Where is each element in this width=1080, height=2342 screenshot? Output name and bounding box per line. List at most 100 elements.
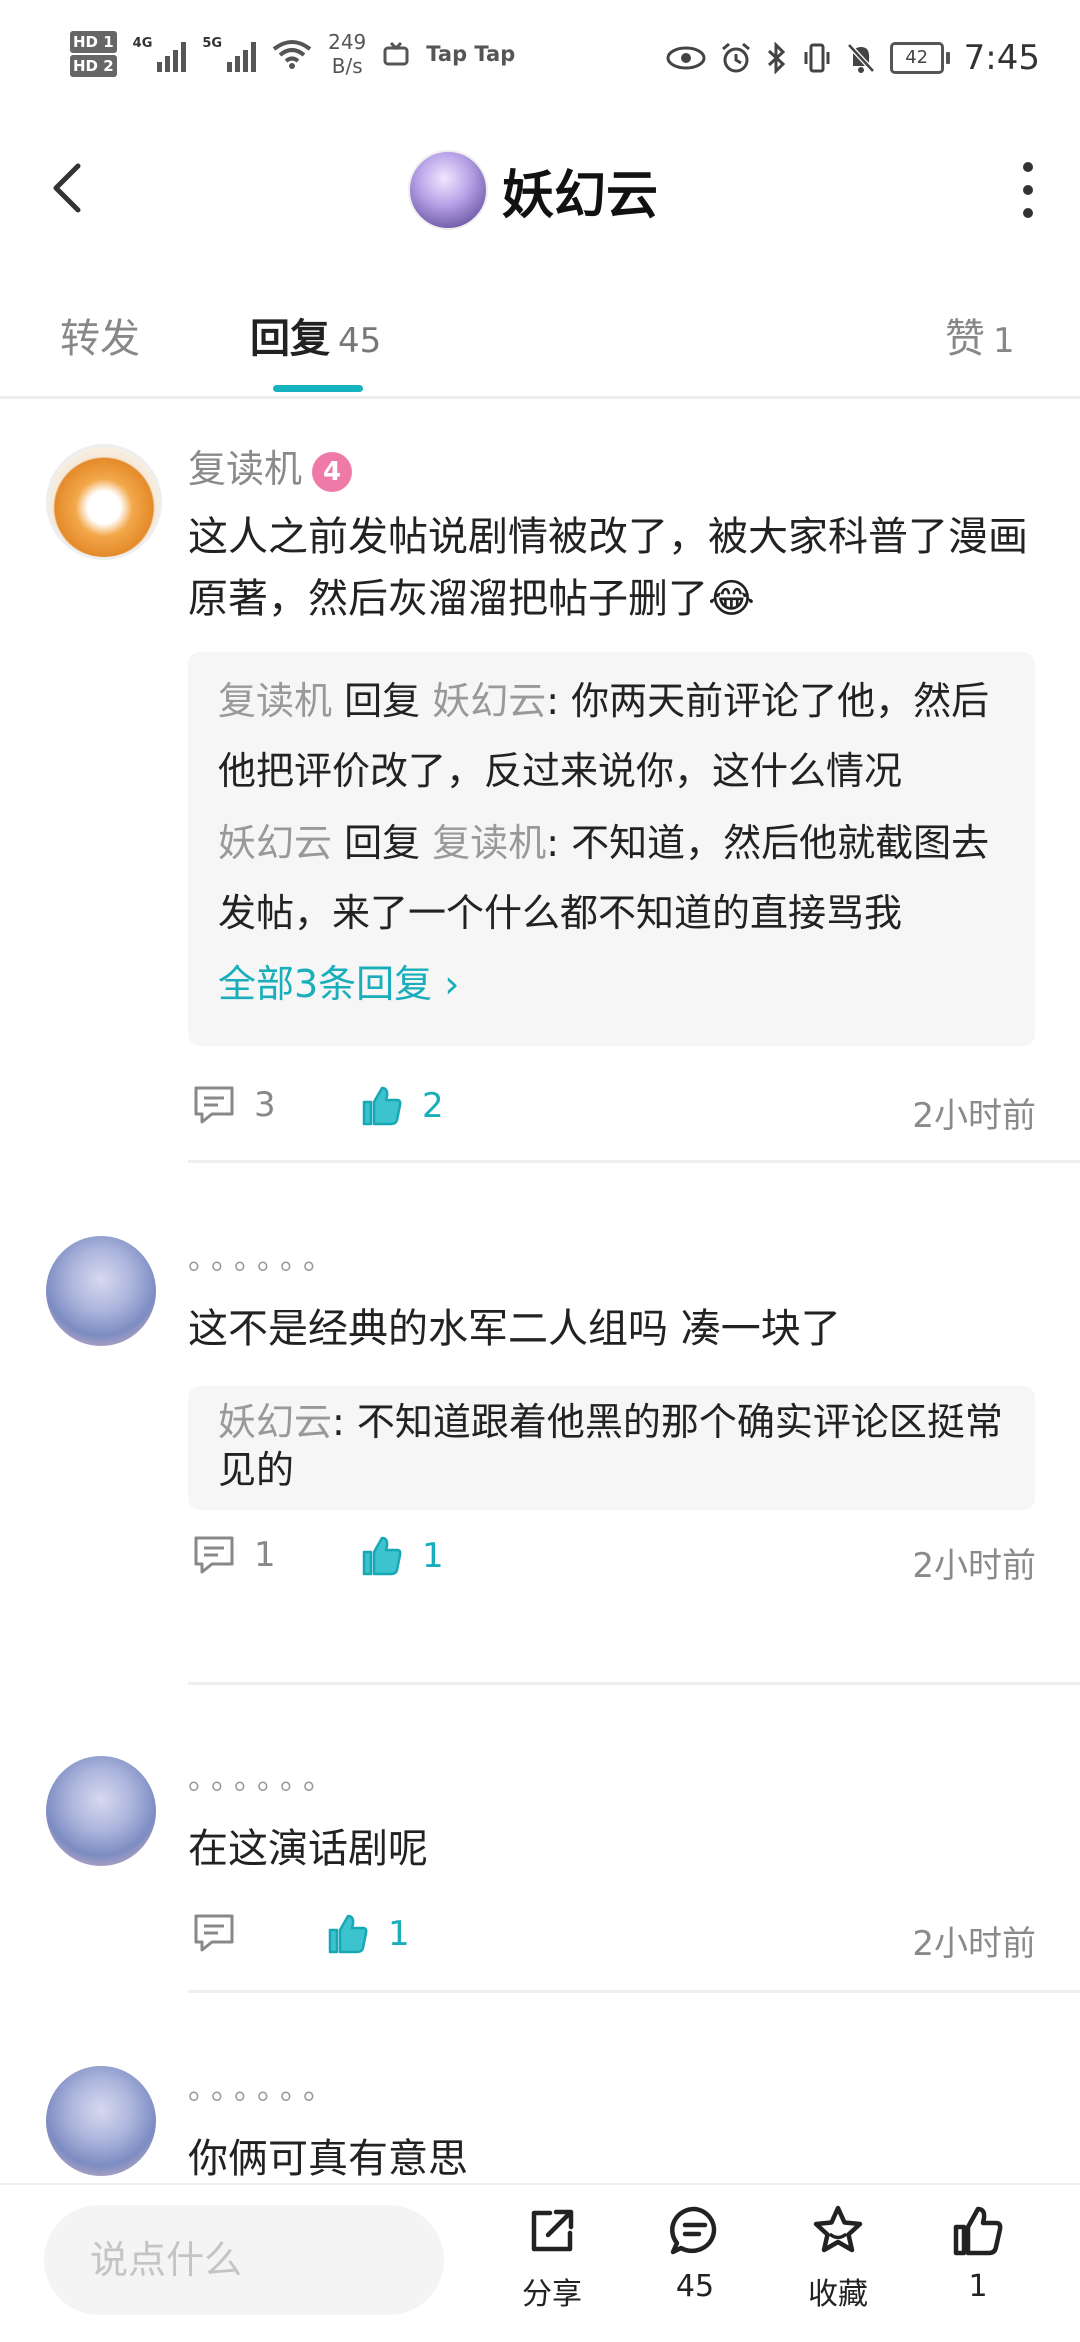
comment-icon — [194, 1086, 234, 1124]
reply-from[interactable]: 复读机 — [218, 679, 332, 723]
comment-username[interactable]: 。。。。。。 — [188, 1754, 341, 1798]
clock: 7:45 — [963, 38, 1040, 78]
signal-icon-2: 5G — [202, 36, 257, 72]
comment-username[interactable]: 复读机 4 — [188, 438, 353, 493]
star-icon — [813, 2205, 863, 2253]
like-button[interactable]: 2 — [360, 1084, 444, 1128]
reply-verb: 回复 — [344, 821, 421, 865]
reply-to[interactable]: 妖幻云 — [432, 679, 546, 723]
comment-input-wrap[interactable] — [44, 2205, 444, 2315]
thumbs-up-icon — [362, 1536, 402, 1576]
top-nav: 妖幻云 — [0, 140, 1080, 240]
avatar[interactable] — [46, 2066, 156, 2176]
tab-repost[interactable]: 转发 — [60, 306, 140, 364]
reply-button[interactable]: 3 — [192, 1084, 276, 1126]
like-count: 1 — [422, 1536, 444, 1576]
comment-time: 2小时前 — [912, 1924, 1036, 1964]
hd1-label: HD 1 — [70, 31, 117, 53]
speed-value: 249 — [328, 30, 367, 54]
network-type-2: 5G — [202, 36, 223, 51]
reply-from[interactable]: 妖幻云 — [218, 1400, 332, 1444]
reply-button[interactable]: 1 — [192, 1534, 276, 1576]
reply-preview-box[interactable]: 妖幻云: 不知道跟着他黑的那个确实评论区挺常见的 — [188, 1386, 1035, 1510]
comments-count: 45 — [675, 2269, 715, 2304]
share-button[interactable]: 分享 — [502, 2203, 602, 2313]
status-bar: HD 1 HD 2 4G 5G 249 B/s Tap Tap 42 7:45 — [0, 0, 1080, 110]
app-notification-label: Tap Tap — [426, 42, 516, 66]
avatar[interactable] — [46, 444, 162, 560]
reply-text: : 不知道，然后他就截图去发帖，来了一个什么都不知道的直接骂我 — [218, 821, 990, 935]
network-speed: 249 B/s — [328, 30, 366, 78]
comment-actions: 3 2 2小时前 — [188, 1084, 1036, 1136]
comments-button[interactable]: 45 — [645, 2203, 745, 2304]
bottom-action-bar: 分享 45 收藏 1 — [0, 2183, 1080, 2342]
comment-time: 2小时前 — [912, 1546, 1036, 1586]
favorite-button[interactable]: 收藏 — [788, 2203, 888, 2313]
reply-count: 3 — [254, 1085, 276, 1125]
tab-likes[interactable]: 赞1 — [945, 306, 1015, 364]
tab-replies[interactable]: 回复 45 — [250, 306, 381, 364]
profile-title[interactable]: 妖幻云 — [408, 150, 658, 230]
bluetooth-icon — [767, 42, 785, 74]
tab-active-indicator — [273, 385, 363, 392]
avatar[interactable] — [408, 150, 488, 230]
like-count: 2 — [422, 1086, 444, 1126]
avatar[interactable] — [46, 1756, 156, 1866]
hd-indicator: HD 1 HD 2 — [70, 30, 117, 78]
tab-repost-label: 转发 — [60, 316, 140, 362]
reply-verb: 回复 — [344, 679, 421, 723]
mute-bell-icon — [846, 43, 875, 73]
comment-input[interactable] — [44, 2205, 444, 2315]
share-label: 分享 — [522, 2277, 582, 2312]
thumbs-up-icon — [328, 1914, 368, 1954]
reply-preview[interactable]: 妖幻云: 不知道跟着他黑的那个确实评论区挺常见的 — [218, 1398, 1005, 1494]
comment-username[interactable]: 。。。。。。 — [188, 1234, 341, 1278]
like-post-button[interactable]: 1 — [928, 2203, 1028, 2304]
status-left: HD 1 HD 2 4G 5G 249 B/s Tap Tap — [70, 30, 515, 78]
tab-likes-label: 赞 — [945, 316, 985, 362]
thumbs-up-outline-icon — [953, 2206, 1003, 2256]
reply-preview[interactable]: 复读机 回复 妖幻云: 你两天前评论了他，然后他把评价改了，反过来说你，这什么情… — [218, 666, 1005, 806]
view-all-replies-link[interactable]: 全部3条回复 › — [218, 948, 1005, 1020]
comment-actions: 1 1 2小时前 — [188, 1534, 1036, 1586]
alarm-icon — [721, 42, 750, 73]
tab-replies-count: 45 — [338, 321, 382, 361]
comment-text[interactable]: 你俩可真有意思 — [188, 2128, 1038, 2190]
vibrate-icon — [804, 43, 830, 73]
comment-time: 2小时前 — [912, 1096, 1036, 1136]
reply-button[interactable] — [192, 1912, 254, 1954]
divider — [188, 1682, 1080, 1685]
more-icon[interactable] — [1016, 162, 1040, 218]
reply-text: : 不知道跟着他黑的那个确实评论区挺常见的 — [218, 1400, 1003, 1492]
like-button[interactable]: 1 — [326, 1912, 410, 1956]
comment-icon — [194, 1536, 234, 1574]
share-icon — [531, 2209, 574, 2252]
reply-from[interactable]: 妖幻云 — [218, 821, 332, 865]
tv-icon — [383, 41, 409, 66]
signal-icon: 4G — [133, 36, 187, 72]
status-right: 42 7:45 — [666, 38, 1040, 78]
reply-count: 1 — [254, 1535, 276, 1575]
back-arrow-icon[interactable] — [40, 158, 100, 218]
eye-icon — [666, 46, 706, 70]
like-button[interactable]: 1 — [360, 1534, 444, 1578]
comment-actions: 1 2小时前 — [188, 1912, 1036, 1964]
reply-preview-box[interactable]: 复读机 回复 妖幻云: 你两天前评论了他，然后他把评价改了，反过来说你，这什么情… — [188, 652, 1035, 1046]
network-type-1: 4G — [132, 36, 153, 51]
thumbs-up-icon — [362, 1086, 402, 1126]
comment-text[interactable]: 在这演话剧呢 — [188, 1818, 1038, 1880]
page-title: 妖幻云 — [502, 165, 659, 226]
comment-text[interactable]: 这不是经典的水军二人组吗 凑一块了 — [188, 1298, 1038, 1360]
username-text: 复读机 — [188, 447, 303, 491]
speed-unit: B/s — [331, 54, 363, 78]
avatar[interactable] — [46, 1236, 156, 1346]
reply-preview[interactable]: 妖幻云 回复 复读机: 不知道，然后他就截图去发帖，来了一个什么都不知道的直接骂… — [218, 808, 1005, 948]
hd2-label: HD 2 — [70, 55, 117, 77]
reply-to[interactable]: 复读机 — [432, 821, 546, 865]
comment-username[interactable]: 。。。。。。 — [188, 2064, 341, 2108]
like-count: 1 — [388, 1914, 410, 1954]
favorite-label: 收藏 — [808, 2277, 868, 2312]
tab-replies-label: 回复 — [250, 316, 330, 362]
like-post-count: 1 — [968, 2269, 988, 2304]
comment-text[interactable]: 这人之前发帖说剧情被改了，被大家科普了漫画原著，然后灰溜溜把帖子删了😂 — [188, 506, 1038, 630]
